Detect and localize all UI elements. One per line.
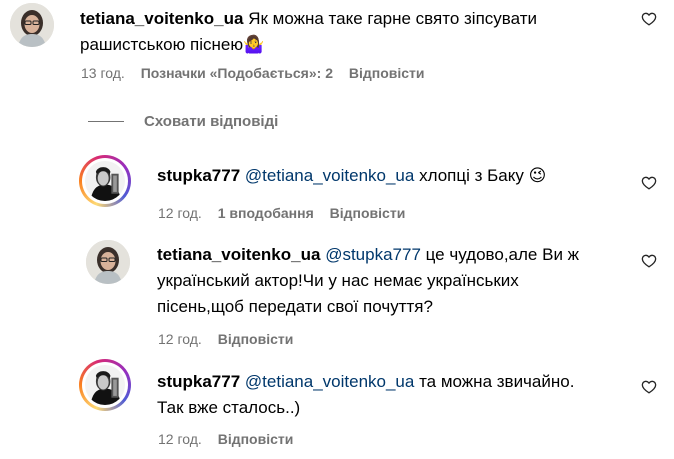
heart-icon[interactable]: [641, 379, 657, 395]
reply-username[interactable]: stupka777: [157, 166, 240, 185]
comment-meta: 13 год. Позначки «Подобається»: 2 Відпов…: [81, 64, 425, 82]
reply-button[interactable]: Відповісти: [330, 205, 406, 221]
reply-text-cont: український актор!Чи у нас немає українс…: [157, 271, 519, 290]
reply-text-cont: пісень,щоб передати свої почуття?: [157, 297, 433, 316]
reply-mention[interactable]: @tetiana_voitenko_ua: [245, 372, 414, 391]
reply-button[interactable]: Відповісти: [349, 65, 425, 81]
divider-line: [88, 121, 124, 122]
reply-meta: 12 год. 1 вподобання Відповісти: [158, 204, 405, 222]
reply-mention[interactable]: @tetiana_voitenko_ua: [245, 166, 414, 185]
avatar-tetiana[interactable]: [10, 3, 54, 47]
reply-username[interactable]: stupka777: [157, 372, 240, 391]
hide-replies-button[interactable]: Сховати відповіді: [144, 113, 278, 131]
comment-likes[interactable]: Позначки «Подобається»: 2: [141, 65, 333, 81]
avatar-image: [86, 240, 130, 284]
heart-icon[interactable]: [641, 253, 657, 269]
reply-line-1: tetiana_voitenko_ua @stupka777 це чудово…: [157, 242, 579, 268]
comment-line-2: рашистською піснею🤷‍♀: [80, 32, 264, 58]
reply-text: та можна звичайно.: [419, 372, 575, 391]
reply-time: 12 год.: [158, 431, 202, 447]
reply-text: це чудово,але Ви ж: [425, 245, 580, 264]
heart-icon[interactable]: [641, 11, 657, 27]
reply-likes[interactable]: 1 вподобання: [218, 205, 314, 221]
comment-username[interactable]: tetiana_voitenko_ua: [80, 9, 243, 28]
reply-meta: 12 год. Відповісти: [158, 330, 293, 348]
heart-icon[interactable]: [641, 175, 657, 191]
comment-line-1: tetiana_voitenko_ua Як можна таке гарне …: [80, 6, 537, 32]
comment-time: 13 год.: [81, 65, 125, 81]
reply-line-1: stupka777 @tetiana_voitenko_ua та можна …: [157, 369, 574, 395]
avatar-image: [85, 161, 125, 201]
reply-line-3: пісень,щоб передати свої почуття?: [157, 294, 433, 320]
reply-meta: 12 год. Відповісти: [158, 430, 293, 448]
reply-time: 12 год.: [158, 205, 202, 221]
wink-emoji-icon: 😉: [528, 166, 547, 186]
reply-button[interactable]: Відповісти: [218, 431, 294, 447]
reply-time: 12 год.: [158, 331, 202, 347]
reply-button[interactable]: Відповісти: [218, 331, 294, 347]
avatar-image: [85, 365, 125, 405]
reply-text-cont: Так вже сталось..): [157, 398, 301, 417]
reply-mention[interactable]: @stupka777: [325, 245, 421, 264]
avatar-stupka[interactable]: [79, 359, 131, 411]
reply-text: хлопці з Баку: [419, 166, 524, 185]
reply-line-1: stupka777 @tetiana_voitenko_ua хлопці з …: [157, 163, 546, 189]
avatar-tetiana[interactable]: [86, 240, 130, 284]
reply-line-2: Так вже сталось..): [157, 395, 300, 421]
reply-username[interactable]: tetiana_voitenko_ua: [157, 245, 320, 264]
comment-text-cont: рашистською піснею🤷‍♀: [80, 35, 265, 54]
avatar-stupka[interactable]: [79, 155, 131, 207]
comment-text: Як можна таке гарне свято зіпсувати: [248, 9, 537, 28]
avatar-image: [10, 3, 54, 47]
reply-line-2: український актор!Чи у нас немає українс…: [157, 268, 519, 294]
